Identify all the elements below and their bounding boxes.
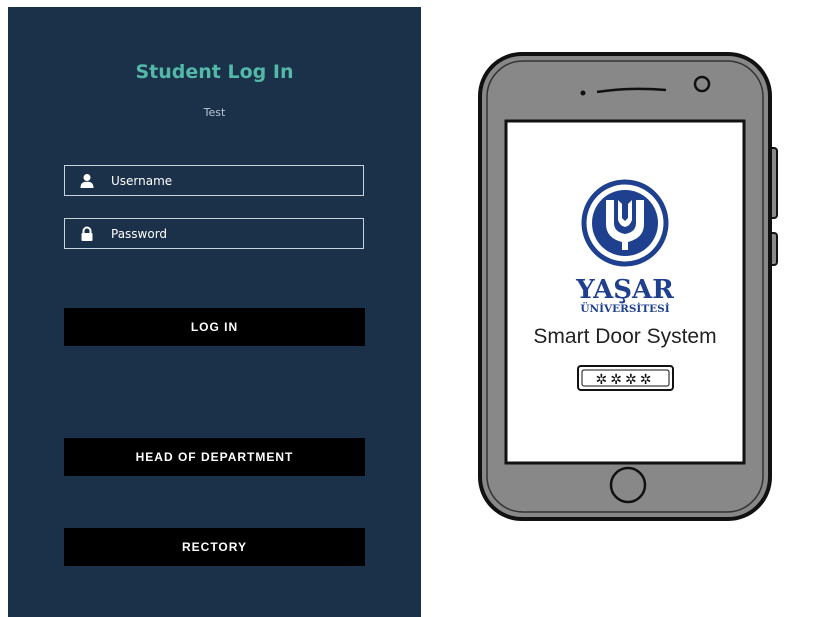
university-logo	[581, 179, 669, 267]
lock-icon	[79, 226, 95, 242]
code-dots: ✲✲✲✲	[596, 372, 655, 388]
username-field[interactable]	[64, 165, 364, 196]
page-title: Student Log In	[135, 61, 294, 83]
login-panel: Student Log In Test LOG IN HEAD OF DEPAR…	[8, 7, 421, 617]
brand-name: YAŞAR	[575, 275, 674, 305]
rectory-button[interactable]: RECTORY	[64, 528, 365, 566]
caption-text: Smart Door System	[533, 325, 716, 348]
phone-illustration: YAŞAR ÜNİVERSİTESİ Smart Door System ✲✲✲…	[478, 52, 778, 521]
password-input[interactable]	[111, 219, 351, 248]
username-input[interactable]	[111, 166, 351, 195]
login-button[interactable]: LOG IN	[64, 308, 365, 346]
user-icon	[79, 173, 95, 189]
brand-subtitle: ÜNİVERSİTESİ	[580, 301, 669, 315]
head-of-department-button[interactable]: HEAD OF DEPARTMENT	[64, 438, 365, 476]
password-field[interactable]	[64, 218, 364, 249]
phone-sensor	[580, 90, 586, 96]
subtitle-text: Test	[203, 106, 226, 119]
